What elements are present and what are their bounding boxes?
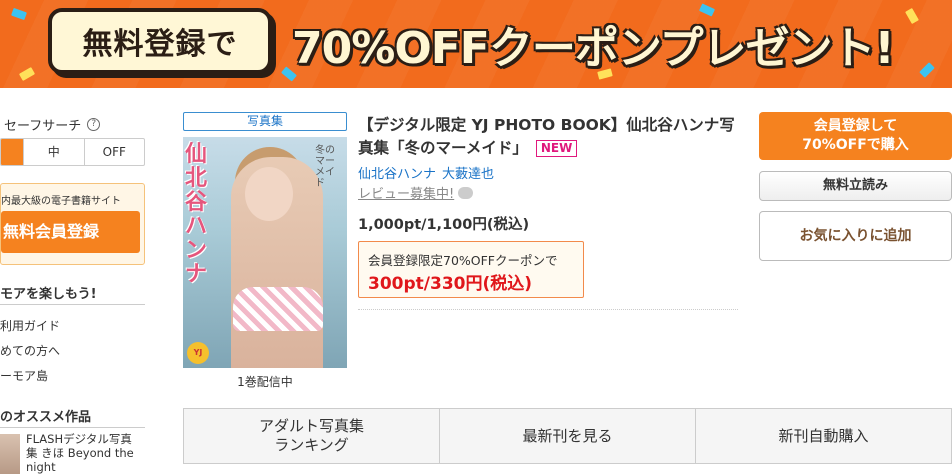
- tab-latest[interactable]: 最新刊を見る: [440, 409, 696, 463]
- banner-pill-text: 無料登録で: [82, 27, 238, 62]
- cover-title: 仙北谷ハンナ: [185, 142, 208, 287]
- safe-search-toggle: 中 OFF: [0, 138, 145, 166]
- sidebar-link-island[interactable]: ーモア島: [0, 367, 48, 384]
- sidebar-link-guide[interactable]: 利用ガイド: [0, 317, 60, 334]
- safe-search-option-on[interactable]: [1, 139, 23, 165]
- author-link[interactable]: 大藪達也: [442, 167, 494, 182]
- product-title: 【デジタル限定 YJ PHOTO BOOK】仙北谷ハンナ写真集「冬のマーメイド」…: [358, 114, 744, 160]
- coupon-box: 会員登録限定70%OFFクーポンで 300pt/330円(税込): [358, 241, 584, 298]
- sidebar: セーフサーチ ? 中 OFF 内最大級の電子書籍サイト 無料会員登録 モアを楽し…: [0, 88, 150, 474]
- coupon-price: 300pt/330円(税込): [368, 274, 533, 294]
- cover-subtitle: 冬のマーメイド: [315, 145, 335, 189]
- recommend-item[interactable]: FLASHデジタル写真集 きほ Beyond the night: [0, 432, 145, 474]
- page: 無料登録で 70%OFFクーポンプレゼント! セーフサーチ ? 中 OFF 内最…: [0, 0, 952, 474]
- sidebar-link-first-time[interactable]: めての方へ: [0, 342, 60, 359]
- divider: [358, 309, 738, 310]
- safe-search-option-off[interactable]: OFF: [83, 139, 145, 165]
- price: 1,000pt/1,100円(税込): [358, 217, 530, 233]
- divider: [0, 427, 145, 428]
- banner-pill: 無料登録で: [48, 8, 272, 74]
- volume-status: 1巻配信中: [237, 375, 293, 389]
- review-link[interactable]: レビュー募集中!: [358, 183, 474, 202]
- section-heading-enjoy: モアを楽しもう!: [0, 287, 97, 302]
- divider: [0, 304, 145, 305]
- author-link[interactable]: 仙北谷ハンナ: [358, 167, 436, 182]
- register-caption: 内最大級の電子書籍サイト: [1, 196, 121, 207]
- add-favorite-button[interactable]: お気に入りに追加: [759, 211, 952, 261]
- free-read-button[interactable]: 無料立読み: [759, 171, 952, 201]
- speech-bubble-icon: [458, 187, 474, 199]
- safe-search-option-mid[interactable]: 中: [23, 139, 84, 165]
- cover-figure-swimsuit: [233, 287, 323, 331]
- recommend-title[interactable]: FLASHデジタル写真集 きほ Beyond the night: [26, 432, 142, 474]
- section-heading-recommend: のオススメ作品: [0, 410, 92, 425]
- book-cover[interactable]: 仙北谷ハンナ 冬のマーメイド YJ: [183, 137, 347, 368]
- category-tag[interactable]: 写真集: [183, 112, 347, 131]
- register-box: 内最大級の電子書籍サイト 無料会員登録: [0, 183, 145, 265]
- cover-figure-face: [245, 167, 293, 221]
- bottom-tabs: アダルト写真集 ランキング 最新刊を見る 新刊自動購入: [183, 408, 952, 464]
- tab-auto-purchase[interactable]: 新刊自動購入: [696, 409, 952, 463]
- coupon-caption: 会員登録限定70%OFFクーポンで: [368, 253, 558, 268]
- help-icon[interactable]: ?: [87, 118, 101, 131]
- safe-search-label: セーフサーチ: [4, 119, 82, 134]
- tab-ranking[interactable]: アダルト写真集 ランキング: [184, 409, 440, 463]
- safe-search-title: セーフサーチ ?: [4, 115, 101, 134]
- new-badge: NEW: [535, 140, 578, 157]
- author-list: 仙北谷ハンナ 大藪達也: [358, 163, 494, 182]
- review-link-text[interactable]: レビュー募集中!: [358, 187, 454, 202]
- recommend-thumbnail[interactable]: [0, 434, 20, 474]
- register-buy-button[interactable]: 会員登録して 70%OFFで購入: [759, 112, 952, 160]
- yj-logo-icon: YJ: [187, 342, 209, 364]
- free-register-button[interactable]: 無料会員登録: [1, 211, 140, 253]
- banner-headline: 70%OFFクーポンプレゼント!: [292, 23, 895, 74]
- promo-banner[interactable]: 無料登録で 70%OFFクーポンプレゼント!: [0, 0, 952, 88]
